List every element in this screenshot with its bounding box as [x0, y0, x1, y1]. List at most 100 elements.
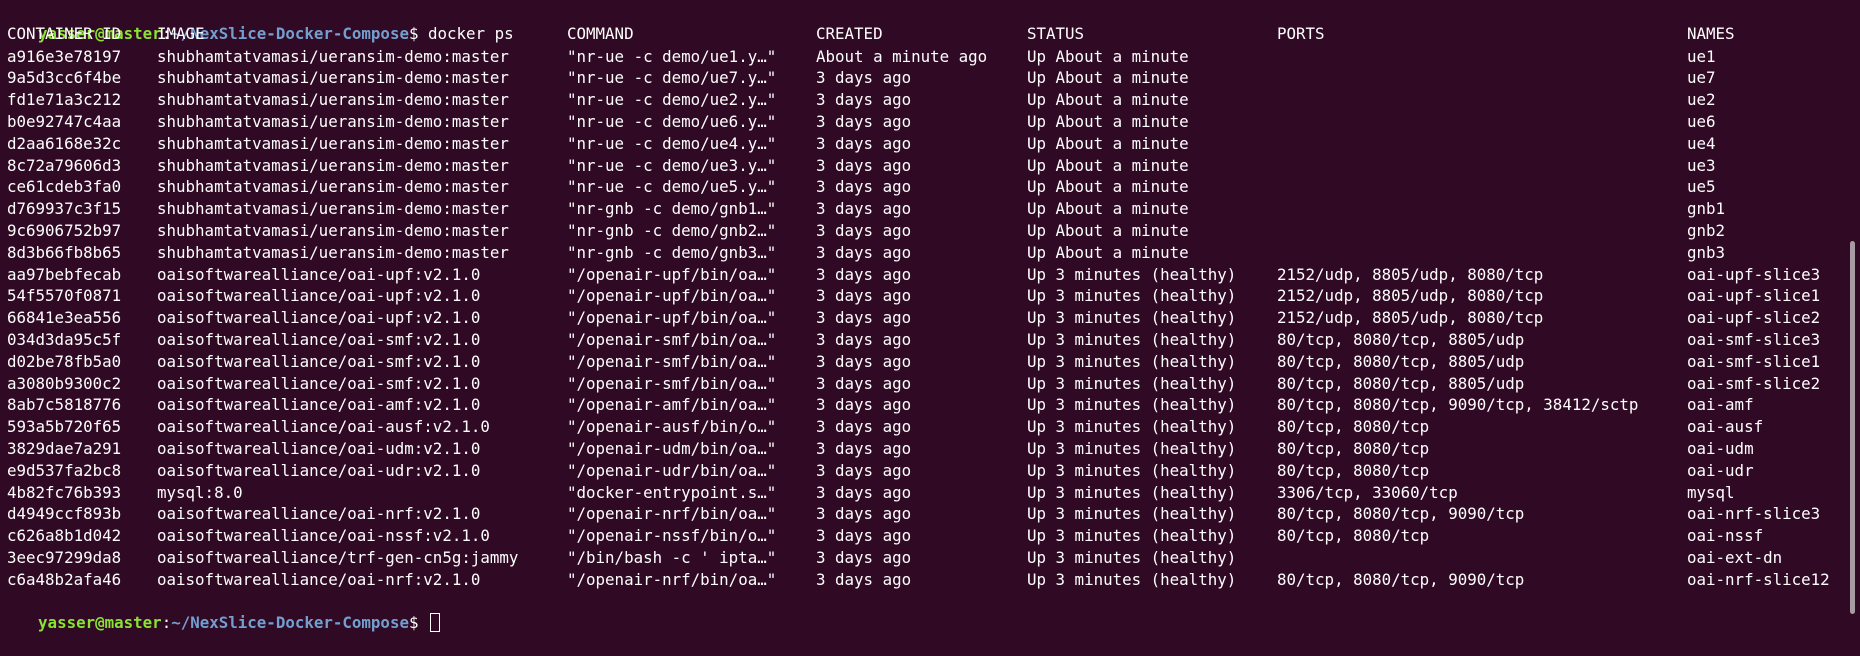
table-header-row: CONTAINER ID IMAGE COMMAND CREATED STATU… — [0, 23, 1840, 45]
cell-image: mysql:8.0 — [157, 482, 243, 502]
table-row: 4b82fc76b393 mysql:8.0 "docker-entrypoint.… — [0, 482, 1840, 504]
cell-command: "/openair-upf/bin/oa…" — [567, 286, 777, 306]
cell-created: 3 days ago — [816, 329, 912, 349]
header-names: NAMES — [1687, 23, 1735, 43]
cell-image: oaisoftwarealliance/trf-gen-cn5g:jammy — [157, 547, 519, 567]
table-row: a916e3e78197 shubhamtatvamasi/ueransim-de… — [0, 46, 1840, 68]
header-created: CREATED — [816, 23, 883, 43]
cell-image: shubhamtatvamasi/ueransim-demo:master — [157, 155, 509, 175]
cell-created: 3 days ago — [816, 460, 912, 480]
cell-names: gnb1 — [1687, 199, 1726, 219]
cell-ports: 3306/tcp, 33060/tcp — [1277, 482, 1458, 502]
cell-image: shubhamtatvamasi/ueransim-demo:master — [157, 68, 509, 88]
cell-image: oaisoftwarealliance/oai-smf:v2.1.0 — [157, 373, 481, 393]
table-row: 9a5d3cc6f4be shubhamtatvamasi/ueransim-de… — [0, 67, 1840, 89]
container-list: a916e3e78197 shubhamtatvamasi/ueransim-de… — [0, 46, 1840, 591]
command-prompt-line-current[interactable]: yasser@master:~/NexSlice-Docker-Compose$ — [0, 591, 1840, 633]
cell-created: 3 days ago — [816, 220, 912, 240]
cell-status: Up 3 minutes (healthy) — [1027, 438, 1237, 458]
cell-created: About a minute ago — [816, 46, 988, 66]
cell-created: 3 days ago — [816, 133, 912, 153]
cell-container-id: d769937c3f15 — [7, 199, 122, 219]
cell-ports: 80/tcp, 8080/tcp, 8805/udp — [1277, 373, 1525, 393]
prompt-path: ~/NexSlice-Docker-Compose — [171, 613, 409, 633]
cell-ports: 80/tcp, 8080/tcp — [1277, 526, 1430, 546]
cell-image: oaisoftwarealliance/oai-nrf:v2.1.0 — [157, 569, 481, 589]
cell-created: 3 days ago — [816, 199, 912, 219]
cell-status: Up About a minute — [1027, 242, 1189, 262]
cell-created: 3 days ago — [816, 351, 912, 371]
cell-status: Up 3 minutes (healthy) — [1027, 264, 1237, 284]
cell-names: oai-nrf-slice3 — [1687, 504, 1821, 524]
cell-created: 3 days ago — [816, 286, 912, 306]
cell-command: "/bin/bash -c ' ipta…" — [567, 547, 777, 567]
cell-container-id: aa97bebfecab — [7, 264, 122, 284]
cell-created: 3 days ago — [816, 395, 912, 415]
cell-command: "nr-ue -c demo/ue1.y…" — [567, 46, 777, 66]
cell-status: Up About a minute — [1027, 199, 1189, 219]
cell-ports: 80/tcp, 8080/tcp — [1277, 417, 1430, 437]
table-row: c6a48b2afa46 oaisoftwarealliance/oai-nrf:… — [0, 569, 1840, 591]
cell-command: "/openair-udr/bin/oa…" — [567, 460, 777, 480]
prompt-user-host: yasser@master — [38, 613, 162, 633]
cell-status: Up About a minute — [1027, 46, 1189, 66]
cell-names: oai-nrf-slice12 — [1687, 569, 1830, 589]
cell-image: shubhamtatvamasi/ueransim-demo:master — [157, 46, 509, 66]
cell-created: 3 days ago — [816, 482, 912, 502]
table-row: e9d537fa2bc8 oaisoftwarealliance/oai-udr:… — [0, 460, 1840, 482]
cell-names: oai-upf-slice2 — [1687, 308, 1821, 328]
cell-command: "nr-gnb -c demo/gnb2…" — [567, 220, 777, 240]
cell-names: oai-smf-slice1 — [1687, 351, 1821, 371]
cell-container-id: 4b82fc76b393 — [7, 482, 122, 502]
cell-names: oai-ext-dn — [1687, 547, 1783, 567]
table-row: d02be78fb5a0 oaisoftwarealliance/oai-smf:… — [0, 351, 1840, 373]
cell-created: 3 days ago — [816, 547, 912, 567]
table-row: 54f5570f0871 oaisoftwarealliance/oai-upf:… — [0, 285, 1840, 307]
cell-names: ue1 — [1687, 46, 1716, 66]
cell-created: 3 days ago — [816, 111, 912, 131]
cell-names: gnb3 — [1687, 242, 1726, 262]
table-row: 66841e3ea556 oaisoftwarealliance/oai-upf:… — [0, 307, 1840, 329]
cell-container-id: 54f5570f0871 — [7, 286, 122, 306]
table-row: b0e92747c4aa shubhamtatvamasi/ueransim-de… — [0, 111, 1840, 133]
cell-container-id: d4949ccf893b — [7, 504, 122, 524]
terminal-window[interactable]: yasser@master:~/NexSlice-Docker-Compose$… — [0, 0, 1840, 633]
cell-created: 3 days ago — [816, 308, 912, 328]
table-row: 9c6906752b97 shubhamtatvamasi/ueransim-de… — [0, 220, 1840, 242]
cell-names: ue3 — [1687, 155, 1716, 175]
cell-created: 3 days ago — [816, 526, 912, 546]
cell-names: oai-smf-slice3 — [1687, 329, 1821, 349]
cell-status: Up 3 minutes (healthy) — [1027, 329, 1237, 349]
cell-created: 3 days ago — [816, 177, 912, 197]
command-prompt-line: yasser@master:~/NexSlice-Docker-Compose$… — [0, 1, 1840, 43]
cell-names: oai-nssf — [1687, 526, 1764, 546]
cell-container-id: 034d3da95c5f — [7, 329, 122, 349]
cell-command: "nr-ue -c demo/ue3.y…" — [567, 155, 777, 175]
cell-container-id: 9a5d3cc6f4be — [7, 68, 122, 88]
cell-status: Up 3 minutes (healthy) — [1027, 569, 1237, 589]
header-status: STATUS — [1027, 23, 1085, 43]
cell-container-id: 66841e3ea556 — [7, 308, 122, 328]
cell-command: "/openair-upf/bin/oa…" — [567, 308, 777, 328]
table-row: d4949ccf893b oaisoftwarealliance/oai-nrf:… — [0, 503, 1840, 525]
cell-ports: 80/tcp, 8080/tcp, 9090/tcp — [1277, 569, 1525, 589]
cell-created: 3 days ago — [816, 90, 912, 110]
table-row: 8ab7c5818776 oaisoftwarealliance/oai-amf:… — [0, 394, 1840, 416]
header-container-id: CONTAINER ID — [7, 23, 122, 43]
vertical-scrollbar[interactable] — [1850, 241, 1855, 614]
cell-ports: 2152/udp, 8805/udp, 8080/tcp — [1277, 308, 1544, 328]
cell-container-id: 593a5b720f65 — [7, 417, 122, 437]
cell-container-id: fd1e71a3c212 — [7, 90, 122, 110]
cell-image: oaisoftwarealliance/oai-upf:v2.1.0 — [157, 264, 481, 284]
cell-names: oai-upf-slice3 — [1687, 264, 1821, 284]
cell-image: oaisoftwarealliance/oai-amf:v2.1.0 — [157, 395, 481, 415]
cell-command: "/openair-nrf/bin/oa…" — [567, 569, 777, 589]
table-row: d769937c3f15 shubhamtatvamasi/ueransim-de… — [0, 198, 1840, 220]
cell-status: Up 3 minutes (healthy) — [1027, 526, 1237, 546]
cell-image: shubhamtatvamasi/ueransim-demo:master — [157, 133, 509, 153]
cell-image: oaisoftwarealliance/oai-udm:v2.1.0 — [157, 438, 481, 458]
cell-command: "nr-ue -c demo/ue6.y…" — [567, 111, 777, 131]
cell-container-id: c6a48b2afa46 — [7, 569, 122, 589]
cell-status: Up 3 minutes (healthy) — [1027, 417, 1237, 437]
cell-command: "/openair-nrf/bin/oa…" — [567, 504, 777, 524]
